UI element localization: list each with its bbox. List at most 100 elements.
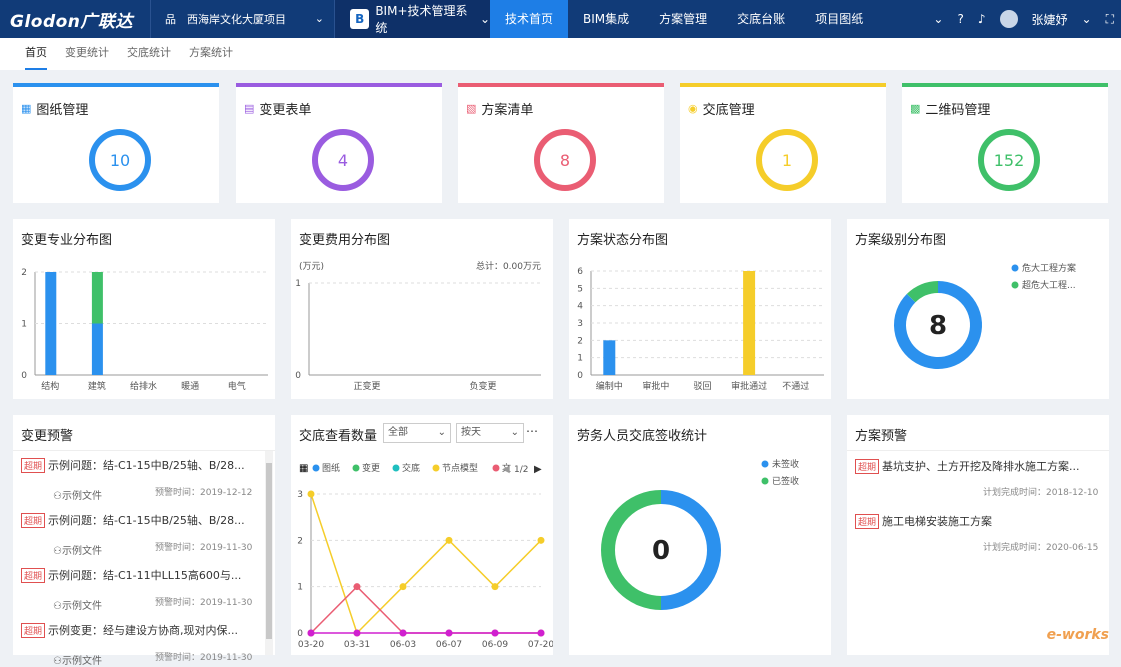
user-name[interactable]: 张婕妤 xyxy=(1032,11,1068,28)
fullscreen-icon[interactable]: ⛶ xyxy=(1106,12,1114,27)
x-tick-label: 电气 xyxy=(228,380,246,392)
project-icon: 品 xyxy=(165,13,176,26)
list-item[interactable]: 超期 基坑支护、土方开挖及降排水施工方案... xyxy=(855,458,1095,474)
series-line xyxy=(310,493,542,635)
plan-level-chart: 8 危大工程方案超危大工程... xyxy=(894,262,1076,369)
list-item[interactable]: 超期 示例问题：结-C1-11中LL15高600与... xyxy=(21,567,261,583)
tab-brief-stats[interactable]: 交底统计 xyxy=(127,38,171,70)
warning-title: 示例问题：结-C1-11中LL15高600与... xyxy=(48,569,242,582)
stat-ring: 4 xyxy=(312,129,374,191)
data-point xyxy=(399,629,407,637)
donut-slice xyxy=(906,281,939,303)
x-tick-label: 正变更 xyxy=(353,380,380,392)
y-tick-label: 3 xyxy=(577,319,583,329)
legend-dot xyxy=(1011,281,1019,289)
chevron-down-icon: ⌄ xyxy=(479,12,490,26)
legend-dot xyxy=(392,464,400,472)
tab-home[interactable]: 首页 xyxy=(25,38,47,70)
scrollbar[interactable] xyxy=(265,451,273,655)
data-point xyxy=(445,536,453,544)
nav-brief[interactable]: 交底台账 xyxy=(722,0,800,38)
list-item[interactable]: 超期 施工电梯安装施工方案 xyxy=(855,513,1095,529)
x-tick-label: 06-03 xyxy=(390,640,416,650)
nav-bim[interactable]: BIM集成 xyxy=(568,0,644,38)
tab-plan-stats[interactable]: 方案统计 xyxy=(189,38,233,70)
scroll-toggle-icon[interactable]: ⌄ xyxy=(933,12,943,26)
overdue-badge: 超期 xyxy=(21,513,46,528)
file-link[interactable]: ⚇示例文件 xyxy=(53,652,102,667)
qrcode-icon: ▩ xyxy=(910,102,921,115)
warning-title: 示例问题：结-C1-15中B/25轴、B/28... xyxy=(48,514,245,527)
y-tick-label: 5 xyxy=(577,284,583,294)
legend-dot xyxy=(492,464,500,472)
legend-dot xyxy=(352,464,360,472)
tab-change-stats[interactable]: 变更统计 xyxy=(65,38,109,70)
y-tick-label: 2 xyxy=(577,336,583,346)
file-link[interactable]: ⚇示例文件 xyxy=(53,597,102,612)
donut-center-value: 0 xyxy=(652,536,670,566)
stat-ring: 152 xyxy=(978,129,1040,191)
main-nav: 技术首页 BIM集成 方案管理 交底台账 项目图纸 xyxy=(490,0,878,38)
stat-card-drawings[interactable]: ▦ 图纸管理 10 xyxy=(13,83,219,203)
nav-drawings[interactable]: 项目图纸 xyxy=(800,0,878,38)
legend-label: 图纸 xyxy=(322,462,340,474)
scrollbar-thumb[interactable] xyxy=(266,463,272,639)
panel-title: 方案预警 xyxy=(855,429,908,444)
help-icon[interactable]: ? xyxy=(957,12,963,26)
system-selector[interactable]: B BIM+技术管理系统 ⌄ xyxy=(335,0,490,38)
legend-dot xyxy=(1011,264,1019,272)
x-tick-label: 编制中 xyxy=(596,380,623,392)
stat-card-qrcode[interactable]: ▩ 二维码管理 152 xyxy=(902,83,1108,203)
legend-dot xyxy=(761,460,769,468)
legend-toggle-icon: ▦ xyxy=(299,463,308,474)
nav-tech-home[interactable]: 技术首页 xyxy=(490,0,569,38)
chevron-down-icon[interactable]: ⌄ xyxy=(1082,12,1092,26)
change-cost-panel: 变更费用分布图 0 1 (万元) 总计：0.00万元 正变更 负变更 xyxy=(291,219,553,399)
change-major-chart: 0 1 2 结构 建筑 给排水 暖通 电气 xyxy=(21,268,268,392)
data-point xyxy=(399,583,407,591)
project-selector[interactable]: 品西海岸文化大厦项目 ⌄ xyxy=(150,0,335,38)
overdue-badge: 超期 xyxy=(21,623,46,638)
overdue-badge: 超期 xyxy=(21,568,46,583)
change-warning-panel: 变更预警 超期 示例问题：结-C1-15中B/25轴、B/28... ⚇示例文件 … xyxy=(13,415,275,667)
avatar[interactable] xyxy=(999,10,1018,28)
panel-title: 变更预警 xyxy=(21,429,74,444)
file-link[interactable]: ⚇示例文件 xyxy=(53,542,102,557)
plan-warning-panel: 方案预警 超期 基坑支护、土方开挖及降排水施工方案... 计划完成时间：2018-… xyxy=(847,415,1109,655)
x-tick-label: 审批通过 xyxy=(731,380,767,392)
overdue-badge: 超期 xyxy=(855,459,880,474)
y-tick-label: 0 xyxy=(21,371,27,381)
list-item[interactable]: 超期 示例问题：结-C1-15中B/25轴、B/28... xyxy=(21,512,261,528)
plan-date: 计划完成时间：2018-12-10 xyxy=(983,488,1099,498)
labor-sign-chart: 0 未签收已签收 xyxy=(601,458,799,610)
bar xyxy=(603,340,616,375)
system-icon: B xyxy=(350,9,370,29)
bar xyxy=(45,272,57,375)
bar xyxy=(743,271,756,375)
brief-icon: ◉ xyxy=(688,102,698,115)
sub-nav: 首页 变更统计 交底统计 方案统计 xyxy=(0,38,1121,70)
x-tick-label: 06-09 xyxy=(482,640,508,650)
stat-card-briefs[interactable]: ◉ 交底管理 1 xyxy=(680,83,886,203)
data-point xyxy=(307,490,315,498)
list-item[interactable]: 超期 示例问题：结-C1-15中B/25轴、B/28... xyxy=(21,457,261,473)
divider xyxy=(13,450,275,451)
legend-label: 节点模型 xyxy=(442,463,478,474)
y-tick-label: 2 xyxy=(297,536,303,546)
legend-page: 1/2 xyxy=(514,465,528,475)
file-icon: ⚇ xyxy=(53,656,62,667)
stat-card-changes[interactable]: ▤ 变更表单 4 xyxy=(236,83,442,203)
warning-date: 预警时间：2019-12-12 xyxy=(155,488,253,498)
data-point xyxy=(445,629,453,637)
warning-title: 施工电梯安装施工方案 xyxy=(882,515,993,528)
list-item[interactable]: 超期 示例变更：经与建设方协商,现对内保... xyxy=(21,622,261,638)
stat-card-plans[interactable]: ▧ 方案清单 8 xyxy=(458,83,664,203)
plan-status-panel: 方案状态分布图 0 1 2 3 4 5 6 编制中 审批中 驳回 审批通过 不通过 xyxy=(569,219,831,399)
warning-date: 预警时间：2019-11-30 xyxy=(155,653,253,663)
stat-ring: 8 xyxy=(534,129,596,191)
bar xyxy=(91,272,103,324)
nav-plan[interactable]: 方案管理 xyxy=(644,0,722,38)
file-link[interactable]: ⚇示例文件 xyxy=(53,487,102,502)
bell-icon[interactable]: ♪ xyxy=(978,12,986,26)
legend-label: 变更 xyxy=(362,462,380,474)
